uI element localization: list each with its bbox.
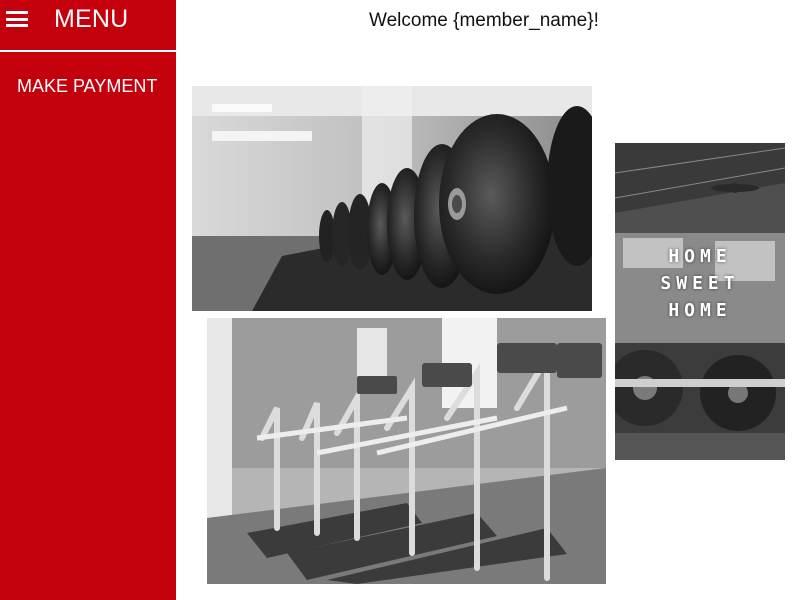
- home-sweet-home-poster: HOME SWEET HOME: [615, 143, 785, 460]
- poster-line: SWEET: [660, 273, 740, 294]
- treadmills-photo: [207, 318, 606, 584]
- dumbbell-rack-photo: [192, 86, 592, 311]
- poster-line: HOME: [668, 246, 732, 267]
- sidebar: MENU MAKE PAYMENT: [0, 0, 176, 600]
- sidebar-item-make-payment[interactable]: MAKE PAYMENT: [17, 76, 157, 97]
- menu-header[interactable]: MENU: [0, 0, 176, 52]
- welcome-message: Welcome {member_name}!: [369, 10, 599, 31]
- menu-label[interactable]: MENU: [54, 5, 128, 34]
- poster-line: HOME: [668, 300, 732, 321]
- menu-icon[interactable]: [6, 11, 28, 27]
- poster-text: HOME SWEET HOME: [615, 243, 785, 324]
